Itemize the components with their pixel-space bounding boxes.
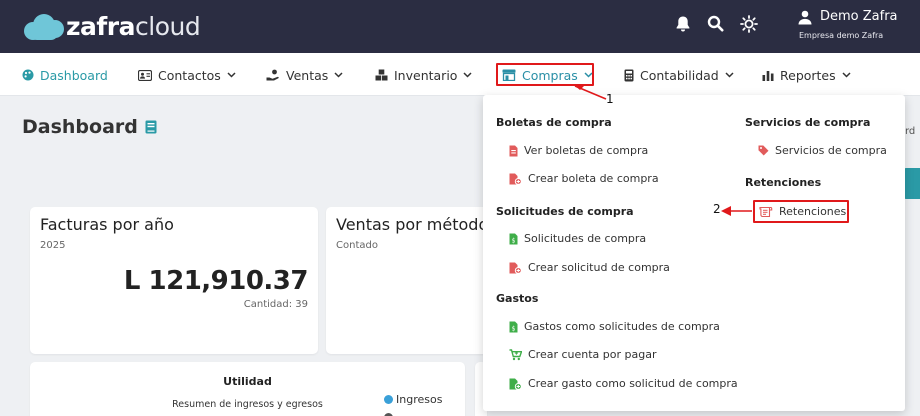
menu-item-ver-boletas-label: Ver boletas de compra [524,144,649,157]
section-solicitudes-title: Solicitudes de compra [496,205,634,218]
cart-plus-icon [509,348,522,360]
nav-dashboard[interactable]: Dashboard [22,67,108,83]
menu-item-servicios-label: Servicios de compra [775,144,887,157]
user-company: Empresa demo Zafra [799,31,884,40]
calculator-icon [624,69,634,81]
card-facturas: Facturas por año 2025 L 121,910.37 Canti… [30,207,318,354]
legend-ingresos-label: Ingresos [396,393,443,406]
card-utilidad: Utilidad Resumen de ingresos y egresos I… [30,362,465,416]
app-logo[interactable]: zafracloud [24,10,201,42]
menu-item-crear-cuenta-label: Crear cuenta por pagar [528,348,657,361]
card-ventas: Ventas por método Contado [326,207,496,354]
nav-inventario-label: Inventario [394,67,458,83]
nav-reportes-label: Reportes [780,67,836,83]
tag-icon [758,145,769,156]
right-edge-text: rd [905,126,916,137]
boxes-icon [375,69,388,81]
file-add-icon [509,173,522,185]
nav-ventas[interactable]: Ventas [266,67,343,83]
nav-contabilidad-label: Contabilidad [640,67,719,83]
search-icon[interactable] [707,15,727,35]
chevron-down-icon [725,72,734,78]
id-card-icon [138,69,152,81]
section-boletas-title: Boletas de compra [496,116,612,129]
chevron-down-icon [334,72,343,78]
side-panel-tab[interactable] [903,168,920,199]
chevron-down-icon [463,72,472,78]
cloud-logo-icon [24,12,64,40]
file-add-icon [509,262,522,274]
book-icon[interactable] [145,120,157,134]
nav-dashboard-label: Dashboard [40,67,108,83]
page-title-text: Dashboard [22,116,138,138]
nav-contactos-label: Contactos [158,67,221,83]
section-gastos-title: Gastos [496,292,539,305]
file-add-icon [509,378,522,390]
page-title: Dashboard [22,116,157,138]
file-invoice-icon [509,145,518,156]
card-ventas-title: Ventas por método [336,215,489,234]
menu-item-servicios[interactable]: Servicios de compra [758,144,887,157]
main-nav: Dashboard Contactos Ventas Inventario Co… [0,53,920,96]
card-facturas-title: Facturas por año [40,215,174,234]
nav-contabilidad[interactable]: Contabilidad [624,67,734,83]
hand-coin-icon [266,69,279,81]
bar-chart-icon [762,70,774,81]
menu-item-crear-solicitud-label: Crear solicitud de compra [528,261,670,274]
nav-inventario[interactable]: Inventario [375,67,472,83]
nav-ventas-label: Ventas [286,67,329,83]
brand-name: zafracloud [66,11,201,41]
menu-item-crear-solicitud[interactable]: Crear solicitud de compra [509,261,670,274]
highlight-box-retenciones [753,200,849,223]
section-retenciones-title: Retenciones [745,176,822,189]
svg-text:$: $ [512,237,516,244]
file-dollar-icon: $ [509,233,518,244]
compras-dropdown-menu: Boletas de compra Ver boletas de compra … [483,95,905,411]
menu-item-gastos-solicitudes[interactable]: $ Gastos como solicitudes de compra [509,320,720,333]
legend-dot [384,395,393,404]
svg-text:$: $ [512,325,516,332]
menu-item-crear-boleta[interactable]: Crear boleta de compra [509,172,659,185]
menu-item-crear-boleta-label: Crear boleta de compra [528,172,659,185]
chevron-down-icon [842,72,851,78]
menu-item-crear-gasto[interactable]: Crear gasto como solicitud de compra [509,377,738,390]
menu-item-gastos-solicitudes-label: Gastos como solicitudes de compra [524,320,720,333]
chevron-down-icon [227,72,236,78]
file-dollar-icon: $ [509,321,518,332]
card-facturas-count: Cantidad: 39 [243,299,308,310]
annotation-label-2: 2 [713,202,721,216]
menu-item-solicitudes[interactable]: $ Solicitudes de compra [509,232,646,245]
menu-item-ver-boletas[interactable]: Ver boletas de compra [509,144,648,157]
bell-icon[interactable] [675,15,695,35]
nav-reportes[interactable]: Reportes [762,67,851,83]
card-facturas-amount: L 121,910.37 [123,266,309,296]
card-utilidad-title: Utilidad [223,375,272,388]
sun-icon[interactable] [740,15,760,35]
palette-icon [22,69,34,81]
user-icon [798,10,812,25]
section-servicios-title: Servicios de compra [745,116,871,129]
legend-ingresos[interactable]: Ingresos [384,393,442,406]
annotation-label-1: 1 [606,92,614,106]
menu-item-solicitudes-label: Solicitudes de compra [524,232,647,245]
user-name: Demo Zafra [820,9,898,24]
menu-item-crear-cuenta[interactable]: Crear cuenta por pagar [509,348,657,361]
nav-contactos[interactable]: Contactos [138,67,236,83]
card-ventas-sub: Contado [336,240,378,251]
menu-item-crear-gasto-label: Crear gasto como solicitud de compra [528,377,738,390]
card-facturas-year: 2025 [40,240,66,251]
top-bar: zafracloud Demo Zafra Empresa demo Zafra [0,0,920,53]
highlight-box-compras [496,63,594,86]
